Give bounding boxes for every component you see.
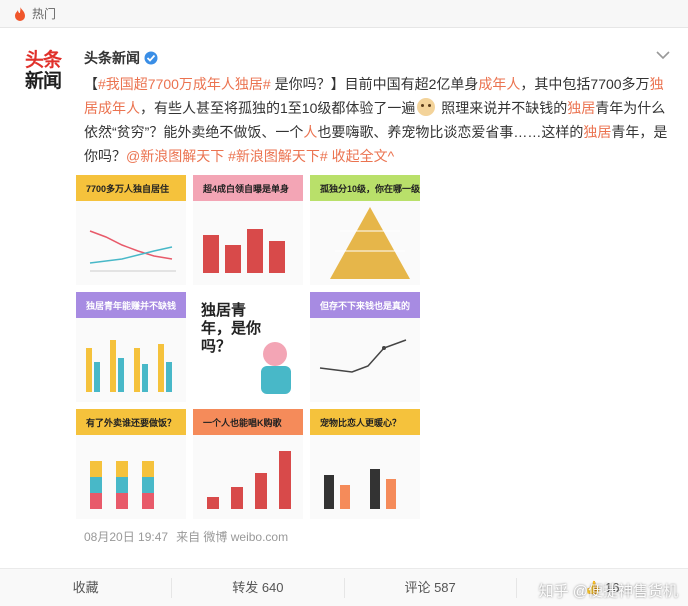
hot-section-header: 热门 [0, 0, 688, 28]
tile-title: 但存不下来钱也是真的 [320, 301, 411, 311]
post-date[interactable]: 08月20日 19:47 [84, 528, 168, 545]
avatar-text-bottom: 新闻 [24, 70, 62, 92]
tile-chart [76, 435, 186, 519]
collapse-link[interactable]: 收起全文 [328, 148, 388, 164]
weibo-post-card: 头条 新闻 头条新闻 【#我国超7700万成年人独居# 是你吗？】目前中国有超2… [0, 28, 688, 606]
tile-chart [193, 435, 303, 519]
collapse-arrow-icon: ^ [387, 148, 395, 164]
tile-chart [76, 318, 186, 402]
text-segment: 也要嗨歌、养宠物比谈恋爱省事……这样的 [317, 124, 584, 140]
tile-title: 独居青年能赚并不缺钱 [86, 301, 177, 311]
tile-title: 宠物比恋人更暖心？ [320, 418, 402, 428]
repost-button[interactable]: 转发 640 [172, 577, 345, 598]
emoji-icon [417, 98, 436, 116]
hashtag-link-2[interactable]: #新浪图解天下# [224, 148, 328, 164]
tile-chart [310, 435, 420, 519]
text-segment: ，其中包括7700多万 [520, 76, 650, 92]
image-tile[interactable]: 宠物比恋人更暖心？ [310, 409, 420, 519]
image-tile[interactable]: 孤独分10级，你在哪一级 [310, 175, 420, 285]
author-row: 头条新闻 [84, 48, 158, 68]
highlight-solo: 独居 [583, 124, 612, 140]
comment-button[interactable]: 评论 587 [345, 577, 517, 598]
text-bracket: 【 [84, 76, 98, 92]
tile-title: 有了外卖谁还要做饭？ [86, 418, 177, 428]
text-segment: 是你吗？】目前中国有超2亿单身 [270, 76, 479, 92]
tile-title: 孤独分10级，你在哪一级 [320, 184, 420, 194]
tile-chart [76, 201, 186, 285]
highlight-person: 人 [303, 124, 318, 140]
text-segment: ，有些人甚至将孤独的1至10级都体验了一遍 [140, 100, 416, 116]
chevron-down-icon[interactable] [656, 50, 670, 60]
image-tile[interactable]: 一个人也能唱K购歌 [193, 409, 303, 519]
watermark: 知乎 @便捷神售货机 [538, 583, 678, 600]
hashtag-link[interactable]: #我国超7700万成年人独居# [98, 76, 271, 92]
tile-title: 7700多万人独自居住 [86, 184, 170, 194]
tile-chart [310, 201, 420, 285]
image-tile[interactable]: 独居青年能赚并不缺钱 [76, 292, 186, 402]
tile-chart [193, 201, 303, 285]
highlight-solo: 独居 [567, 100, 596, 116]
mention-link[interactable]: @新浪图解天下 [126, 148, 224, 164]
post-meta: 08月20日 19:47 来自 微博 weibo.com [84, 528, 288, 545]
avatar-text-top: 头条 [24, 49, 62, 71]
tile-title: 一个人也能唱K购歌 [203, 418, 282, 428]
text-segment: 照理来说并不缺钱的 [437, 100, 568, 116]
image-tile[interactable]: 独居青年，是你吗？ [193, 292, 303, 402]
image-tile[interactable]: 有了外卖谁还要做饭？ [76, 409, 186, 519]
avatar[interactable]: 头条 新闻 [18, 46, 68, 96]
post-source[interactable]: 来自 微博 weibo.com [176, 528, 288, 545]
post-text: 【#我国超7700万成年人独居# 是你吗？】目前中国有超2亿单身成年人，其中包括… [84, 72, 674, 168]
image-tile[interactable]: 7700多万人独自居住 [76, 175, 186, 285]
author-name[interactable]: 头条新闻 [84, 48, 140, 68]
verified-icon [144, 51, 158, 65]
tile-title: 超4成白领自曝是单身 [203, 184, 290, 194]
tile-chart [310, 318, 420, 402]
highlight-adults: 成年人 [478, 76, 521, 92]
hot-label: 热门 [32, 7, 57, 21]
collect-button[interactable]: 收藏 [0, 577, 173, 598]
fire-icon [15, 6, 25, 21]
image-tile[interactable]: 但存不下来钱也是真的 [310, 292, 420, 402]
image-tile[interactable]: 超4成白领自曝是单身 [193, 175, 303, 285]
